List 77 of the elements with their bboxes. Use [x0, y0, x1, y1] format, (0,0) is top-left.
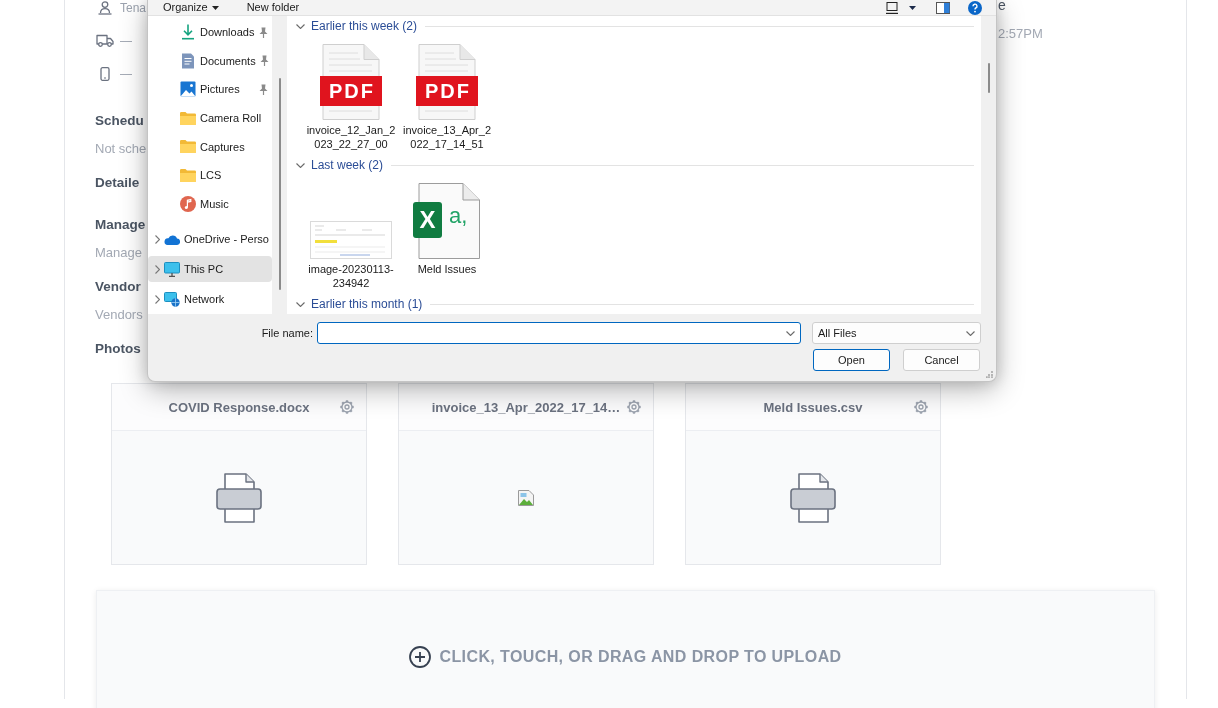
file-type-letter: X — [413, 202, 442, 238]
heading-fragment: e — [998, 0, 1006, 13]
mobile-phone-icon — [100, 66, 110, 81]
new-folder-button[interactable]: New folder — [246, 1, 300, 14]
group-header[interactable]: Earlier this month (1) — [296, 297, 423, 311]
group-header[interactable]: Last week (2) — [296, 158, 384, 172]
section-value: Not sche — [95, 140, 147, 158]
help-icon[interactable] — [968, 0, 982, 15]
nav-item[interactable]: Network — [148, 286, 272, 313]
section-title: Schedu — [95, 112, 144, 130]
attachment-name: COVID Response.docx — [168, 399, 310, 415]
nav-item[interactable]: OneDrive - Perso — [148, 226, 272, 253]
gear-icon[interactable] — [913, 399, 929, 415]
file-name[interactable]: image-20230113-234942 — [306, 263, 396, 290]
section-title: Vendor — [95, 278, 141, 296]
file-type-label: PDF — [416, 76, 478, 106]
chevron-right-icon — [155, 234, 160, 244]
nav-item[interactable]: Pictures — [148, 75, 272, 104]
attachment-name: Meld Issues.csv — [763, 399, 863, 415]
timestamp: 2:57PM — [998, 25, 1043, 41]
file-type-dropdown[interactable]: All Files — [812, 322, 981, 344]
contact-value: Tena — [120, 0, 147, 15]
nav-item[interactable]: Downloads — [148, 18, 272, 47]
gear-icon[interactable] — [339, 399, 355, 415]
chevron-right-icon — [155, 294, 160, 304]
file-type-label: PDF — [320, 76, 382, 106]
document-icon — [180, 52, 196, 69]
nav-item[interactable]: Music — [148, 189, 272, 219]
music-note-icon — [180, 195, 196, 212]
contact-value: — — [120, 33, 132, 48]
file-name[interactable]: invoice_12_Jan_2023_22_27_00 — [306, 124, 396, 151]
broken-image-icon — [518, 489, 534, 506]
resize-grip-icon[interactable] — [986, 371, 993, 378]
organize-menu[interactable]: Organize — [163, 1, 219, 14]
caret-down-icon — [211, 5, 219, 10]
nav-item[interactable]: Captures — [148, 132, 272, 161]
file-name[interactable]: Meld Issues — [417, 263, 477, 277]
picture-icon — [180, 81, 196, 98]
scrollbar-thumb[interactable] — [987, 63, 990, 93]
nav-item[interactable]: Documents — [148, 46, 272, 76]
nav-item[interactable]: LCS — [148, 160, 272, 190]
person-icon — [98, 0, 112, 15]
plus-circle-icon — [409, 646, 432, 668]
file-name[interactable]: invoice_13_Apr_2022_17_14_51 — [402, 124, 492, 151]
scrollbar-thumb[interactable] — [278, 78, 281, 290]
folder-icon — [180, 168, 196, 182]
attachment-name: invoice_13_Apr_2022_17_14… — [431, 399, 621, 415]
section-title: Photos — [95, 340, 141, 358]
file-name-label: File name: — [261, 327, 313, 339]
document-icon — [790, 472, 836, 523]
contact-value: — — [120, 66, 132, 81]
chevron-down-icon — [966, 330, 975, 336]
section-value: Vendors — [95, 306, 143, 324]
view-icon[interactable] — [886, 1, 898, 14]
section-title: Manage — [95, 216, 146, 234]
file-type-mark: a, — [449, 203, 468, 229]
document-icon — [216, 472, 262, 523]
dialog-button[interactable]: Open — [813, 349, 890, 371]
truck-icon — [96, 34, 114, 47]
nav-item[interactable]: This PC — [148, 256, 272, 283]
caret-down-icon[interactable] — [909, 5, 916, 10]
section-title: Detaile — [95, 174, 140, 192]
folder-icon — [180, 111, 196, 125]
folder-icon — [180, 140, 196, 154]
chevron-down-icon — [786, 330, 795, 336]
gear-icon[interactable] — [626, 399, 642, 415]
download-icon — [180, 24, 196, 41]
group-header[interactable]: Earlier this week (2) — [296, 19, 418, 33]
chevron-right-icon — [155, 264, 160, 274]
preview-pane-icon[interactable] — [936, 1, 950, 14]
section-value: Manage — [95, 244, 142, 262]
nav-item[interactable]: Camera Roll — [148, 103, 272, 133]
cloud-icon — [164, 233, 180, 245]
monitor-icon — [164, 261, 180, 277]
file-name-input[interactable] — [317, 322, 801, 344]
network-icon — [164, 291, 180, 307]
dialog-button[interactable]: Cancel — [903, 349, 980, 371]
